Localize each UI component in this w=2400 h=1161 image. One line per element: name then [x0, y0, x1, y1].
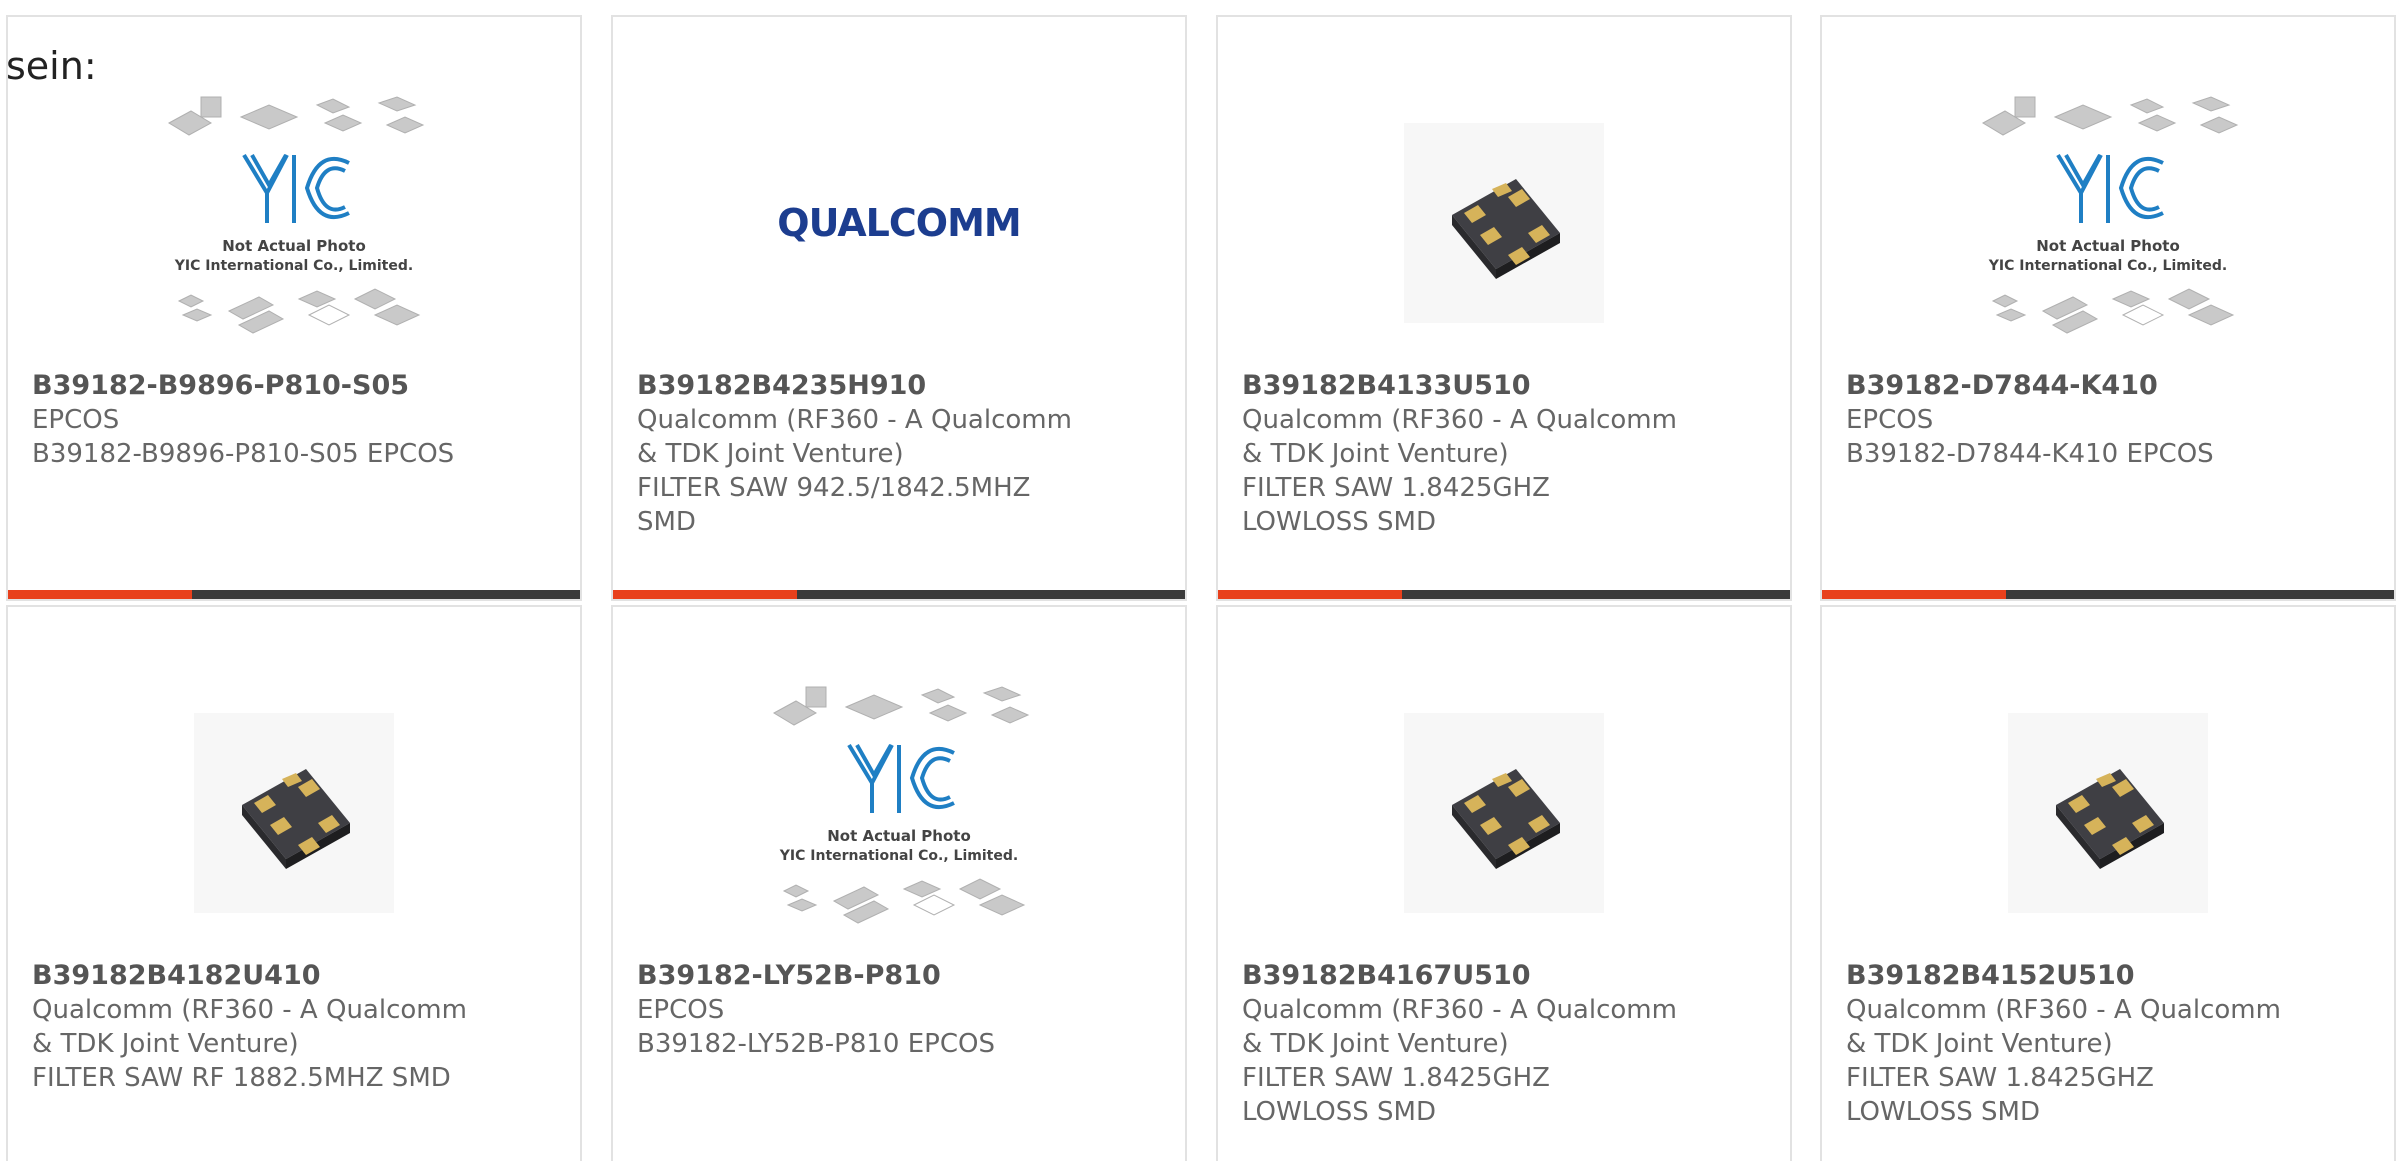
product-info: B39182B4133U510 Qualcomm (RF360 - A Qual… — [1242, 369, 1682, 539]
product-card[interactable]: QUALCOMM B39182B4235H910 Qualcomm (RF360… — [611, 15, 1187, 601]
description: FILTER SAW RF 1882.5MHZ SMD — [32, 1063, 451, 1093]
product-image[interactable]: Not Actual Photo YIC International Co., … — [8, 83, 580, 363]
yic-placeholder-image: Not Actual Photo YIC International Co., … — [1981, 96, 2239, 334]
manufacturer: EPCOS — [1846, 405, 1934, 435]
description: FILTER SAW 1.8425GHZ LOWLOSS SMD — [1242, 473, 1550, 537]
description: FILTER SAW 1.8425GHZ LOWLOSS SMD — [1846, 1063, 2154, 1127]
card-accent-bar — [8, 590, 192, 599]
placeholder-caption-1: Not Actual Photo — [827, 827, 971, 845]
qualcomm-logo-text: QUALCOMM — [777, 201, 1020, 245]
card-accent-bar — [613, 590, 797, 599]
description: B39182-LY52B-P810 EPCOS — [637, 1029, 995, 1059]
description: FILTER SAW 942.5/1842.5MHZ SMD — [637, 473, 1031, 537]
manufacturer: EPCOS — [32, 405, 120, 435]
saw-chip-image — [1404, 713, 1604, 913]
part-number-link[interactable]: B39182-LY52B-P810 — [637, 959, 1077, 993]
product-image[interactable] — [1218, 673, 1790, 953]
part-number-link[interactable]: B39182B4152U510 — [1846, 959, 2286, 993]
product-image[interactable] — [8, 673, 580, 953]
card-bottom-bar — [8, 590, 580, 599]
manufacturer: Qualcomm (RF360 - A Qualcomm & TDK Joint… — [1242, 405, 1677, 469]
product-card[interactable]: Not Actual Photo YIC International Co., … — [1820, 15, 2396, 601]
placeholder-caption-1: Not Actual Photo — [2036, 237, 2180, 255]
part-number-link[interactable]: B39182-B9896-P810-S05 — [32, 369, 472, 403]
yic-placeholder-image: Not Actual Photo YIC International Co., … — [167, 96, 425, 334]
placeholder-caption-2: YIC International Co., Limited. — [779, 848, 1018, 864]
manufacturer: Qualcomm (RF360 - A Qualcomm & TDK Joint… — [32, 995, 467, 1059]
manufacturer: EPCOS — [637, 995, 725, 1025]
product-info: B39182B4167U510 Qualcomm (RF360 - A Qual… — [1242, 959, 1682, 1129]
description: B39182-D7844-K410 EPCOS — [1846, 439, 2214, 469]
yic-placeholder-image: Not Actual Photo YIC International Co., … — [772, 686, 1030, 924]
placeholder-caption-1: Not Actual Photo — [222, 237, 366, 255]
placeholder-caption-2: YIC International Co., Limited. — [1988, 258, 2227, 274]
product-card[interactable]: Not Actual Photo YIC International Co., … — [6, 15, 582, 601]
placeholder-caption-2: YIC International Co., Limited. — [174, 258, 413, 274]
manufacturer: Qualcomm (RF360 - A Qualcomm & TDK Joint… — [1846, 995, 2281, 1059]
card-bottom-bar — [1218, 590, 1790, 599]
card-accent-bar — [1218, 590, 1402, 599]
part-number-link[interactable]: B39182B4182U410 — [32, 959, 472, 993]
product-card[interactable]: B39182B4167U510 Qualcomm (RF360 - A Qual… — [1216, 605, 1792, 1161]
product-card[interactable]: Not Actual Photo YIC International Co., … — [611, 605, 1187, 1161]
saw-chip-image — [2008, 713, 2208, 913]
product-card[interactable]: B39182B4133U510 Qualcomm (RF360 - A Qual… — [1216, 15, 1792, 601]
product-card[interactable]: B39182B4152U510 Qualcomm (RF360 - A Qual… — [1820, 605, 2396, 1161]
description: FILTER SAW 1.8425GHZ LOWLOSS SMD — [1242, 1063, 1550, 1127]
product-info: B39182B4182U410 Qualcomm (RF360 - A Qual… — [32, 959, 472, 1095]
card-accent-bar — [1822, 590, 2006, 599]
card-bottom-bar — [1822, 590, 2394, 599]
product-image[interactable]: Not Actual Photo YIC International Co., … — [613, 673, 1185, 953]
product-grid-page: sein: Not Actual Photo YIC International… — [0, 0, 2400, 1161]
card-bottom-bar — [613, 590, 1185, 599]
product-info: B39182B4152U510 Qualcomm (RF360 - A Qual… — [1846, 959, 2286, 1129]
qualcomm-logo-image: QUALCOMM — [777, 201, 1021, 245]
product-image[interactable] — [1822, 673, 2394, 953]
description: B39182-B9896-P810-S05 EPCOS — [32, 439, 455, 469]
product-image[interactable] — [1218, 83, 1790, 363]
product-info: B39182-D7844-K410 EPCOS B39182-D7844-K41… — [1846, 369, 2286, 471]
part-number-link[interactable]: B39182B4133U510 — [1242, 369, 1682, 403]
manufacturer: Qualcomm (RF360 - A Qualcomm & TDK Joint… — [637, 405, 1072, 469]
product-info: B39182B4235H910 Qualcomm (RF360 - A Qual… — [637, 369, 1077, 539]
product-image[interactable]: Not Actual Photo YIC International Co., … — [1822, 83, 2394, 363]
product-card[interactable]: B39182B4182U410 Qualcomm (RF360 - A Qual… — [6, 605, 582, 1161]
product-info: B39182-B9896-P810-S05 EPCOS B39182-B9896… — [32, 369, 472, 471]
product-image[interactable]: QUALCOMM — [613, 83, 1185, 363]
part-number-link[interactable]: B39182B4235H910 — [637, 369, 1077, 403]
saw-chip-image — [1404, 123, 1604, 323]
part-number-link[interactable]: B39182-D7844-K410 — [1846, 369, 2286, 403]
intro-text: sein: — [6, 44, 97, 88]
product-info: B39182-LY52B-P810 EPCOS B39182-LY52B-P81… — [637, 959, 1077, 1061]
part-number-link[interactable]: B39182B4167U510 — [1242, 959, 1682, 993]
manufacturer: Qualcomm (RF360 - A Qualcomm & TDK Joint… — [1242, 995, 1677, 1059]
saw-chip-image — [194, 713, 394, 913]
